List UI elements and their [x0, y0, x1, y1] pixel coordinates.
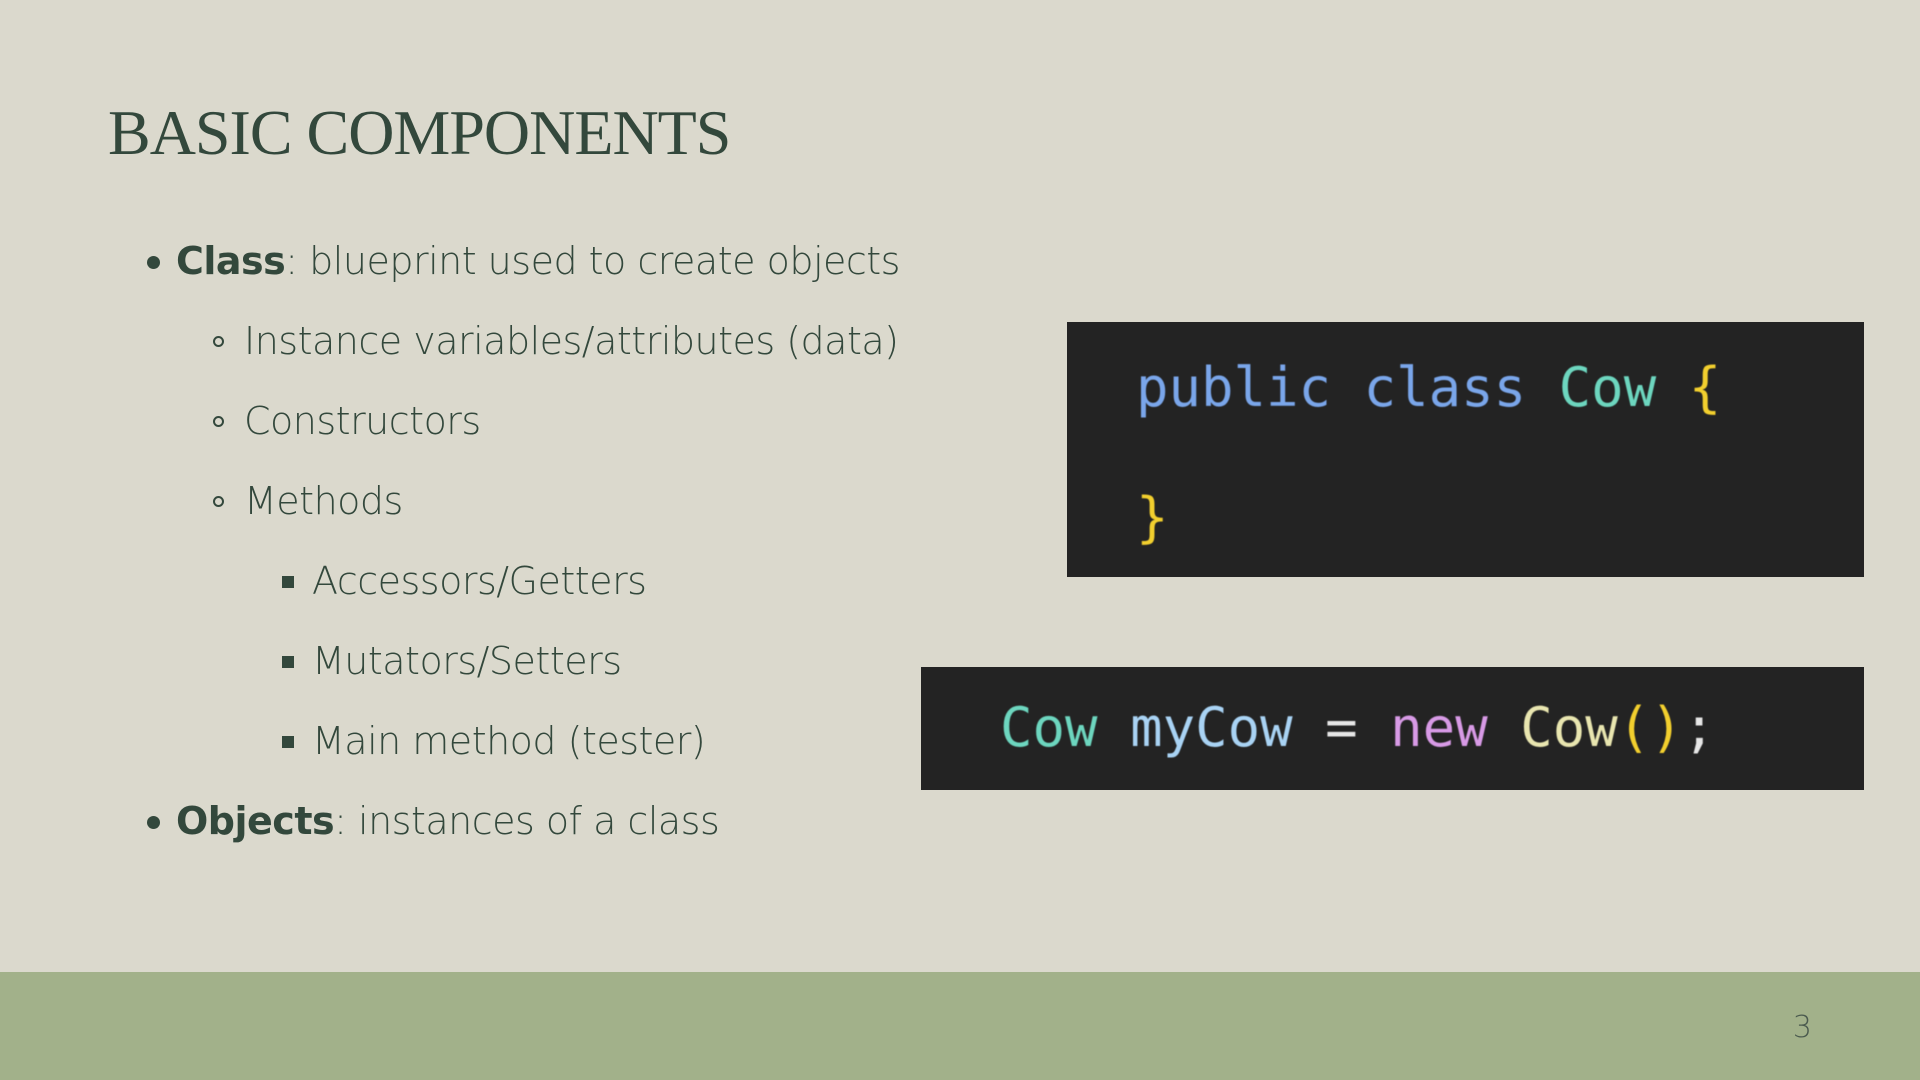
- code-type-name: Cow: [1558, 356, 1657, 419]
- code-keyword-class: class: [1363, 356, 1527, 419]
- bullet-text: Main method (tester): [312, 719, 706, 763]
- code-type-name: Cow: [1000, 696, 1098, 759]
- bullet-square-marker: [282, 736, 294, 748]
- code-variable-name: myCow: [1130, 696, 1293, 759]
- code-keyword-public: public: [1136, 356, 1332, 419]
- code-semicolon: ;: [1682, 696, 1716, 759]
- instantiation-code-image: Cow myCow = new Cow();: [921, 667, 1864, 790]
- code-open-brace: {: [1688, 356, 1722, 419]
- bullet-text: Methods: [244, 479, 403, 523]
- bullet-circle-marker: [213, 336, 224, 347]
- code-parens: (): [1617, 696, 1683, 759]
- code-line-2: }: [1136, 488, 1169, 548]
- code-line-instantiation: Cow myCow = new Cow();: [1000, 698, 1715, 758]
- bullet-item-instance-variables: Instance variables/attributes (data): [244, 318, 899, 364]
- bullet-item-methods: Methods: [244, 478, 403, 524]
- bullet-term: Class: [176, 239, 286, 283]
- bullet-disc-marker: [147, 816, 160, 829]
- bullet-list: Class: blueprint used to create objects …: [0, 0, 900, 900]
- bullet-text: : blueprint used to create objects: [285, 239, 900, 283]
- footer-band: 3: [0, 972, 1920, 1080]
- bullet-circle-marker: [213, 416, 224, 427]
- bullet-square-marker: [282, 576, 294, 588]
- bullet-item-class: Class: blueprint used to create objects: [176, 238, 900, 284]
- bullet-text: Instance variables/attributes (data): [244, 319, 899, 363]
- bullet-circle-marker: [213, 496, 224, 507]
- bullet-item-constructors: Constructors: [244, 398, 481, 444]
- code-keyword-new: new: [1390, 696, 1488, 759]
- bullet-text: Mutators/Setters: [312, 639, 622, 683]
- bullet-item-objects: Objects: instances of a class: [176, 798, 720, 844]
- bullet-term: Objects: [176, 799, 335, 843]
- page-number: 3: [1792, 1010, 1812, 1045]
- bullet-text: : instances of a class: [334, 799, 720, 843]
- code-line-1: public class Cow {: [1136, 358, 1721, 418]
- slide: BASIC COMPONENTS Class: blueprint used t…: [0, 0, 1920, 1080]
- code-close-brace: }: [1136, 486, 1169, 549]
- bullet-item-main-method: Main method (tester): [312, 718, 706, 764]
- bullet-text: Accessors/Getters: [312, 559, 647, 603]
- bullet-item-accessors: Accessors/Getters: [312, 558, 647, 604]
- bullet-item-mutators: Mutators/Setters: [312, 638, 622, 684]
- code-constructor-call: Cow: [1520, 696, 1618, 759]
- code-assign-operator: =: [1325, 696, 1358, 759]
- bullet-text: Constructors: [244, 399, 481, 443]
- bullet-disc-marker: [147, 256, 160, 269]
- bullet-square-marker: [282, 656, 294, 668]
- class-declaration-code-image: public class Cow { }: [1067, 322, 1864, 577]
